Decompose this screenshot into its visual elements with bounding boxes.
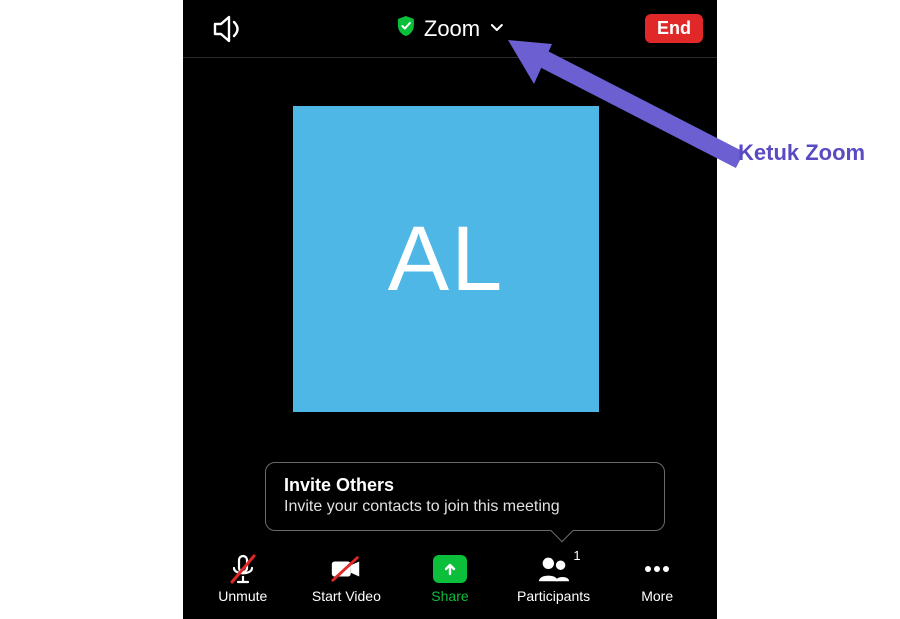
meeting-title-button[interactable]: Zoom — [396, 15, 504, 42]
invite-tooltip: Invite Others Invite your contacts to jo… — [265, 462, 665, 531]
participants-icon: 1 — [537, 552, 571, 586]
mic-muted-icon — [226, 552, 260, 586]
chevron-down-icon — [490, 20, 504, 38]
participants-count: 1 — [573, 548, 580, 563]
share-label: Share — [431, 588, 468, 604]
invite-tooltip-title: Invite Others — [284, 475, 646, 496]
participants-button[interactable]: 1 Participants — [509, 552, 599, 604]
camera-off-icon — [329, 552, 363, 586]
top-bar: Zoom End — [183, 0, 717, 58]
bottom-toolbar: Unmute Start Video Share — [183, 539, 717, 619]
unmute-label: Unmute — [218, 588, 267, 604]
share-button[interactable]: Share — [405, 552, 495, 604]
more-icon — [640, 552, 674, 586]
meeting-window: Zoom End AL Invite Others Invite your co… — [183, 0, 717, 619]
more-button[interactable]: More — [612, 552, 702, 604]
unmute-button[interactable]: Unmute — [198, 552, 288, 604]
more-label: More — [641, 588, 673, 604]
participants-label: Participants — [517, 588, 590, 604]
avatar-initials: AL — [388, 207, 505, 312]
start-video-button[interactable]: Start Video — [301, 552, 391, 604]
meeting-title-label: Zoom — [424, 16, 480, 42]
end-button[interactable]: End — [645, 14, 703, 43]
annotation-text: Ketuk Zoom — [738, 140, 865, 166]
speaker-icon[interactable] — [211, 14, 245, 44]
share-icon — [433, 552, 467, 586]
shield-check-icon — [396, 15, 416, 42]
invite-tooltip-body: Invite your contacts to join this meetin… — [284, 498, 646, 516]
participant-avatar-tile[interactable]: AL — [293, 106, 599, 412]
start-video-label: Start Video — [312, 588, 381, 604]
